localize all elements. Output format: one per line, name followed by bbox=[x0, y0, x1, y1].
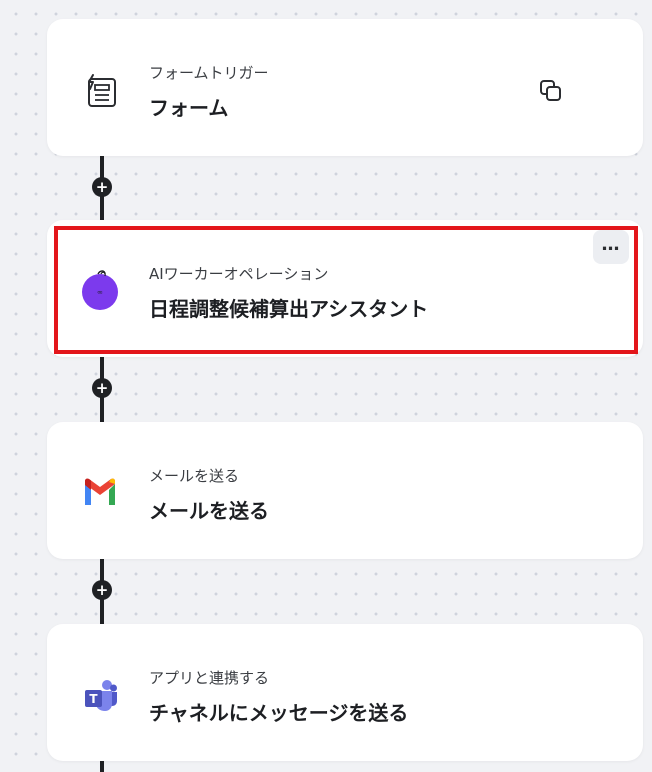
step-type-label: メールを送る bbox=[149, 467, 240, 485]
step-type-label: アプリと連携する bbox=[149, 669, 270, 687]
step-card-teams[interactable]: T アプリと連携する チャネルにメッセージを送る bbox=[47, 624, 643, 761]
step-title: 日程調整候補算出アシスタント bbox=[149, 297, 429, 321]
step-title: チャネルにメッセージを送る bbox=[149, 701, 409, 725]
svg-text:ꟹ: ꟹ bbox=[97, 289, 102, 298]
ai-worker-icon: ꟹ bbox=[80, 270, 120, 310]
add-step-button[interactable]: + bbox=[92, 177, 112, 197]
copy-icon[interactable] bbox=[537, 77, 565, 105]
svg-text:T: T bbox=[89, 692, 98, 706]
step-title: フォーム bbox=[149, 96, 229, 120]
step-type-label: AIワーカーオペレーション bbox=[149, 265, 329, 283]
add-step-button[interactable]: + bbox=[92, 378, 112, 398]
step-type-label: フォームトリガー bbox=[149, 64, 269, 82]
form-icon bbox=[80, 69, 120, 109]
more-options-button[interactable]: … bbox=[593, 230, 629, 264]
step-card-ai-worker[interactable]: ꟹ AIワーカーオペレーション 日程調整候補算出アシスタント … bbox=[47, 220, 643, 357]
gmail-icon bbox=[80, 472, 120, 512]
teams-icon: T bbox=[80, 674, 120, 714]
step-title: メールを送る bbox=[149, 499, 269, 523]
step-card-send-mail[interactable]: メールを送る メールを送る bbox=[47, 422, 643, 559]
flow-connector bbox=[100, 760, 104, 772]
step-card-form-trigger[interactable]: フォームトリガー フォーム bbox=[47, 19, 643, 156]
add-step-button[interactable]: + bbox=[92, 580, 112, 600]
